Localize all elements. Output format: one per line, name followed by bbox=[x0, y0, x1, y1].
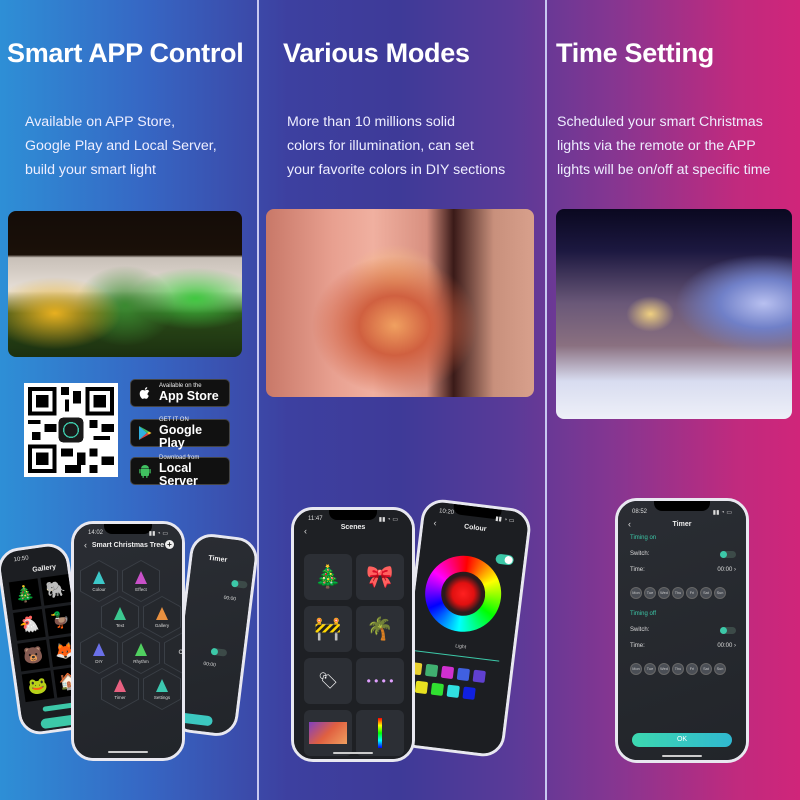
column-description: Scheduled your smart Christmas lights vi… bbox=[557, 114, 771, 178]
day-fri[interactable]: Fri bbox=[686, 663, 698, 675]
screen-title: Scenes bbox=[340, 524, 366, 531]
scene-rainbow[interactable] bbox=[356, 710, 404, 756]
phone-timer: 08:52 ▮▮ ◔ ▭ ‹ Timer Timing on Switch: Ti… bbox=[615, 498, 749, 763]
scene-wreath[interactable]: 🎀 bbox=[356, 554, 404, 600]
color-swatch[interactable] bbox=[430, 682, 445, 697]
tree-icon bbox=[114, 678, 126, 692]
tree-icon bbox=[135, 570, 147, 584]
tree-icon bbox=[135, 642, 147, 656]
column-title: Various Modes bbox=[283, 38, 470, 68]
timing-off-days: Mon Tue Wed Thu Fri Sat Sun bbox=[630, 657, 728, 675]
scene-fence[interactable]: 🚧 bbox=[304, 606, 352, 652]
column-description: More than 10 millions solid colors for i… bbox=[287, 114, 506, 178]
phone-scenes: 11:47 ▮▮ ◔ ▭ ‹ Scenes 🎄 🎀 🚧 🌴 🏷 • • • • bbox=[291, 507, 415, 762]
day-tue[interactable]: Tue bbox=[644, 587, 656, 599]
day-mon[interactable]: Mon bbox=[630, 587, 642, 599]
day-sat[interactable]: Sat bbox=[700, 663, 712, 675]
timing-on-days: Mon Tue Wed Thu Fri Sat Sun bbox=[630, 581, 728, 599]
scene-banner[interactable]: 🏷 bbox=[304, 658, 352, 704]
scene-abstract[interactable] bbox=[304, 710, 352, 756]
google-play-icon bbox=[137, 425, 153, 441]
local-server-button[interactable]: Download from Local Server bbox=[130, 455, 230, 487]
day-mon[interactable]: Mon bbox=[630, 663, 642, 675]
day-wed[interactable]: Wed bbox=[658, 587, 670, 599]
scene-tree[interactable]: 🎄 bbox=[304, 554, 352, 600]
color-swatch[interactable] bbox=[414, 680, 429, 695]
phone-smart-tree: 14:02 ▮▮ ◔ ▭ ‹ Smart Christmas Tree + Col… bbox=[71, 521, 185, 761]
gallery-item[interactable]: 🐘 bbox=[39, 574, 73, 606]
column-title: Time Setting bbox=[556, 38, 714, 68]
tree-icon bbox=[156, 606, 168, 620]
day-fri[interactable]: Fri bbox=[686, 587, 698, 599]
column-app-control: Smart APP Control Available on APP Store… bbox=[0, 0, 260, 800]
tree-icon bbox=[93, 570, 105, 584]
color-swatch[interactable] bbox=[440, 665, 455, 680]
house-lights-photo bbox=[556, 209, 792, 419]
color-swatch[interactable] bbox=[456, 667, 471, 682]
gallery-item[interactable]: 🐻 bbox=[17, 639, 50, 672]
day-wed[interactable]: Wed bbox=[658, 663, 670, 675]
gallery-item[interactable]: 🐸 bbox=[21, 670, 54, 703]
timing-on-time[interactable]: 00:00 › bbox=[717, 567, 736, 573]
scene-palm[interactable]: 🌴 bbox=[356, 606, 404, 652]
power-toggle[interactable] bbox=[495, 553, 515, 566]
add-button[interactable]: + bbox=[165, 540, 174, 549]
garden-lights-photo bbox=[8, 211, 242, 357]
screen-title: Timer bbox=[672, 521, 692, 528]
color-swatch[interactable] bbox=[446, 684, 460, 698]
scene-string-lights[interactable]: • • • • bbox=[356, 658, 404, 704]
timing-off-switch[interactable] bbox=[720, 627, 736, 634]
day-sun[interactable]: Sun bbox=[714, 587, 726, 599]
timing-off-time[interactable]: 00:00 › bbox=[717, 643, 736, 649]
gallery-item[interactable]: 🐔 bbox=[13, 609, 46, 641]
qr-code[interactable] bbox=[24, 383, 118, 477]
column-title: Smart APP Control bbox=[7, 38, 244, 68]
google-play-button[interactable]: GET IT ON Google Play bbox=[130, 417, 230, 449]
gallery-item[interactable]: 🎄 bbox=[8, 578, 41, 611]
indoor-tree-photo bbox=[266, 209, 534, 397]
timing-on-heading: Timing on bbox=[630, 535, 657, 541]
timing-off-heading: Timing off bbox=[630, 611, 657, 617]
day-thu[interactable]: Thu bbox=[672, 587, 684, 599]
android-icon bbox=[137, 463, 153, 479]
app-store-button[interactable]: Available on the App Store bbox=[130, 379, 230, 407]
apple-icon bbox=[137, 385, 153, 401]
tree-icon bbox=[156, 678, 168, 692]
day-sat[interactable]: Sat bbox=[700, 587, 712, 599]
day-sun[interactable]: Sun bbox=[714, 663, 726, 675]
tree-icon bbox=[114, 606, 126, 620]
color-swatch[interactable] bbox=[472, 669, 486, 684]
day-thu[interactable]: Thu bbox=[672, 663, 684, 675]
timing-on-switch[interactable] bbox=[720, 551, 736, 558]
tree-icon bbox=[93, 642, 105, 656]
color-swatch[interactable] bbox=[462, 686, 476, 700]
color-swatch[interactable] bbox=[424, 663, 439, 678]
column-description: Available on APP Store, Google Play and … bbox=[25, 114, 217, 178]
ok-button[interactable]: OK bbox=[632, 733, 732, 747]
day-tue[interactable]: Tue bbox=[644, 663, 656, 675]
